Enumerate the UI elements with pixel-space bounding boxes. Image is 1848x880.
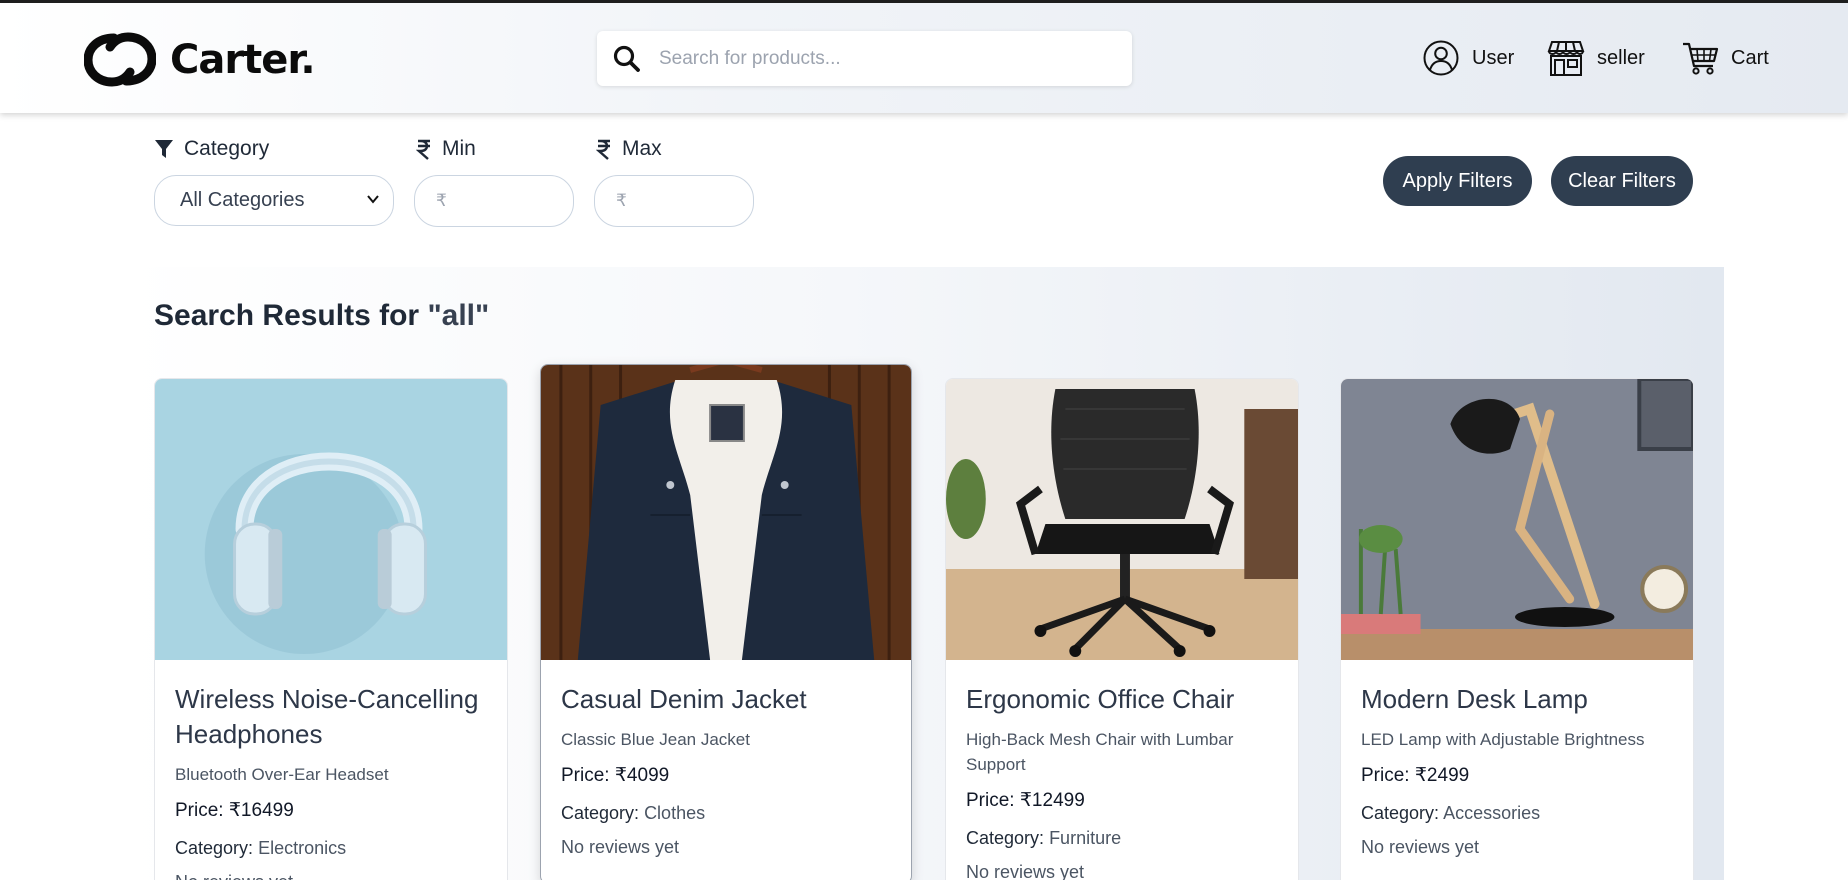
search-bar [597, 31, 1132, 86]
category-select-value: All Categories [180, 189, 305, 211]
filter-icon [155, 140, 173, 158]
rupee-icon [596, 139, 610, 160]
product-image[interactable] [155, 379, 507, 660]
category-select[interactable]: All Categories [154, 175, 394, 226]
brand-logo[interactable]: Carter. [84, 32, 316, 87]
product-name[interactable]: Wireless Noise-Cancelling Headphones [175, 682, 487, 752]
office-chair-image [946, 379, 1298, 660]
product-price: Price: ₹2499 [1361, 765, 1470, 786]
user-icon [1423, 40, 1459, 76]
results-title: Search Results for "all" [154, 299, 490, 332]
product-card[interactable]: Casual Denim Jacket Classic Blue Jean Ja… [540, 364, 912, 880]
product-image[interactable] [946, 379, 1298, 660]
nav-cart[interactable]: Cart [1681, 39, 1769, 77]
chevron-down-icon [367, 195, 379, 204]
brand-name: Carter. [170, 36, 316, 83]
product-image[interactable] [1341, 379, 1693, 660]
search-query: "all" [427, 299, 490, 332]
store-icon [1547, 41, 1585, 76]
product-reviews: No reviews yet [1361, 837, 1480, 857]
product-name[interactable]: Casual Denim Jacket [561, 682, 891, 717]
product-image[interactable] [541, 365, 911, 660]
desk-lamp-image [1341, 379, 1693, 660]
product-name[interactable]: Ergonomic Office Chair [966, 682, 1278, 717]
max-price-input[interactable]: ₹ [594, 175, 754, 227]
product-price: Price: ₹12499 [966, 790, 1085, 811]
nav-seller-label: seller [1597, 46, 1645, 69]
product-reviews: No reviews yet [175, 872, 487, 880]
product-price: Price: ₹4099 [561, 765, 670, 786]
nav-user[interactable]: User [1422, 39, 1514, 77]
cart-icon [1683, 42, 1719, 75]
nav-seller[interactable]: seller [1547, 39, 1645, 77]
product-category: Category: Clothes [561, 803, 706, 823]
nav-cart-label: Cart [1731, 46, 1769, 69]
search-input[interactable] [659, 47, 1099, 70]
product-card[interactable]: Modern Desk Lamp LED Lamp with Adjustabl… [1340, 378, 1694, 880]
product-subtitle: Bluetooth Over-Ear Headset [175, 765, 389, 784]
nav-user-label: User [1472, 46, 1515, 69]
product-price: Price: ₹16499 [175, 800, 294, 821]
top-navbar: Carter. User seller [0, 3, 1848, 113]
category-filter-label: Category [154, 137, 269, 161]
product-reviews: No reviews yet [966, 862, 1085, 880]
product-reviews: No reviews yet [561, 837, 680, 857]
carter-logo-icon [84, 32, 156, 87]
min-price-input[interactable]: ₹ [414, 175, 574, 227]
apply-filters-button[interactable]: Apply Filters [1383, 156, 1532, 206]
product-category: Category: Furniture [966, 828, 1122, 848]
product-category: Category: Accessories [1361, 803, 1541, 823]
headphones-image [155, 379, 507, 660]
product-subtitle: LED Lamp with Adjustable Brightness [1361, 730, 1645, 749]
product-subtitle: High-Back Mesh Chair with Lumbar Support [966, 730, 1234, 774]
search-icon[interactable] [611, 43, 643, 75]
product-category: Category: Electronics [175, 838, 347, 858]
product-card[interactable]: Ergonomic Office Chair High-Back Mesh Ch… [945, 378, 1299, 880]
clear-filters-button[interactable]: Clear Filters [1551, 156, 1693, 206]
rupee-icon [416, 139, 430, 160]
product-subtitle: Classic Blue Jean Jacket [561, 730, 750, 749]
max-price-label: Max [596, 137, 662, 161]
min-price-label: Min [416, 137, 476, 161]
denim-jacket-image [541, 365, 911, 660]
product-card[interactable]: Wireless Noise-Cancelling Headphones Blu… [154, 378, 508, 880]
product-name[interactable]: Modern Desk Lamp [1361, 682, 1673, 717]
